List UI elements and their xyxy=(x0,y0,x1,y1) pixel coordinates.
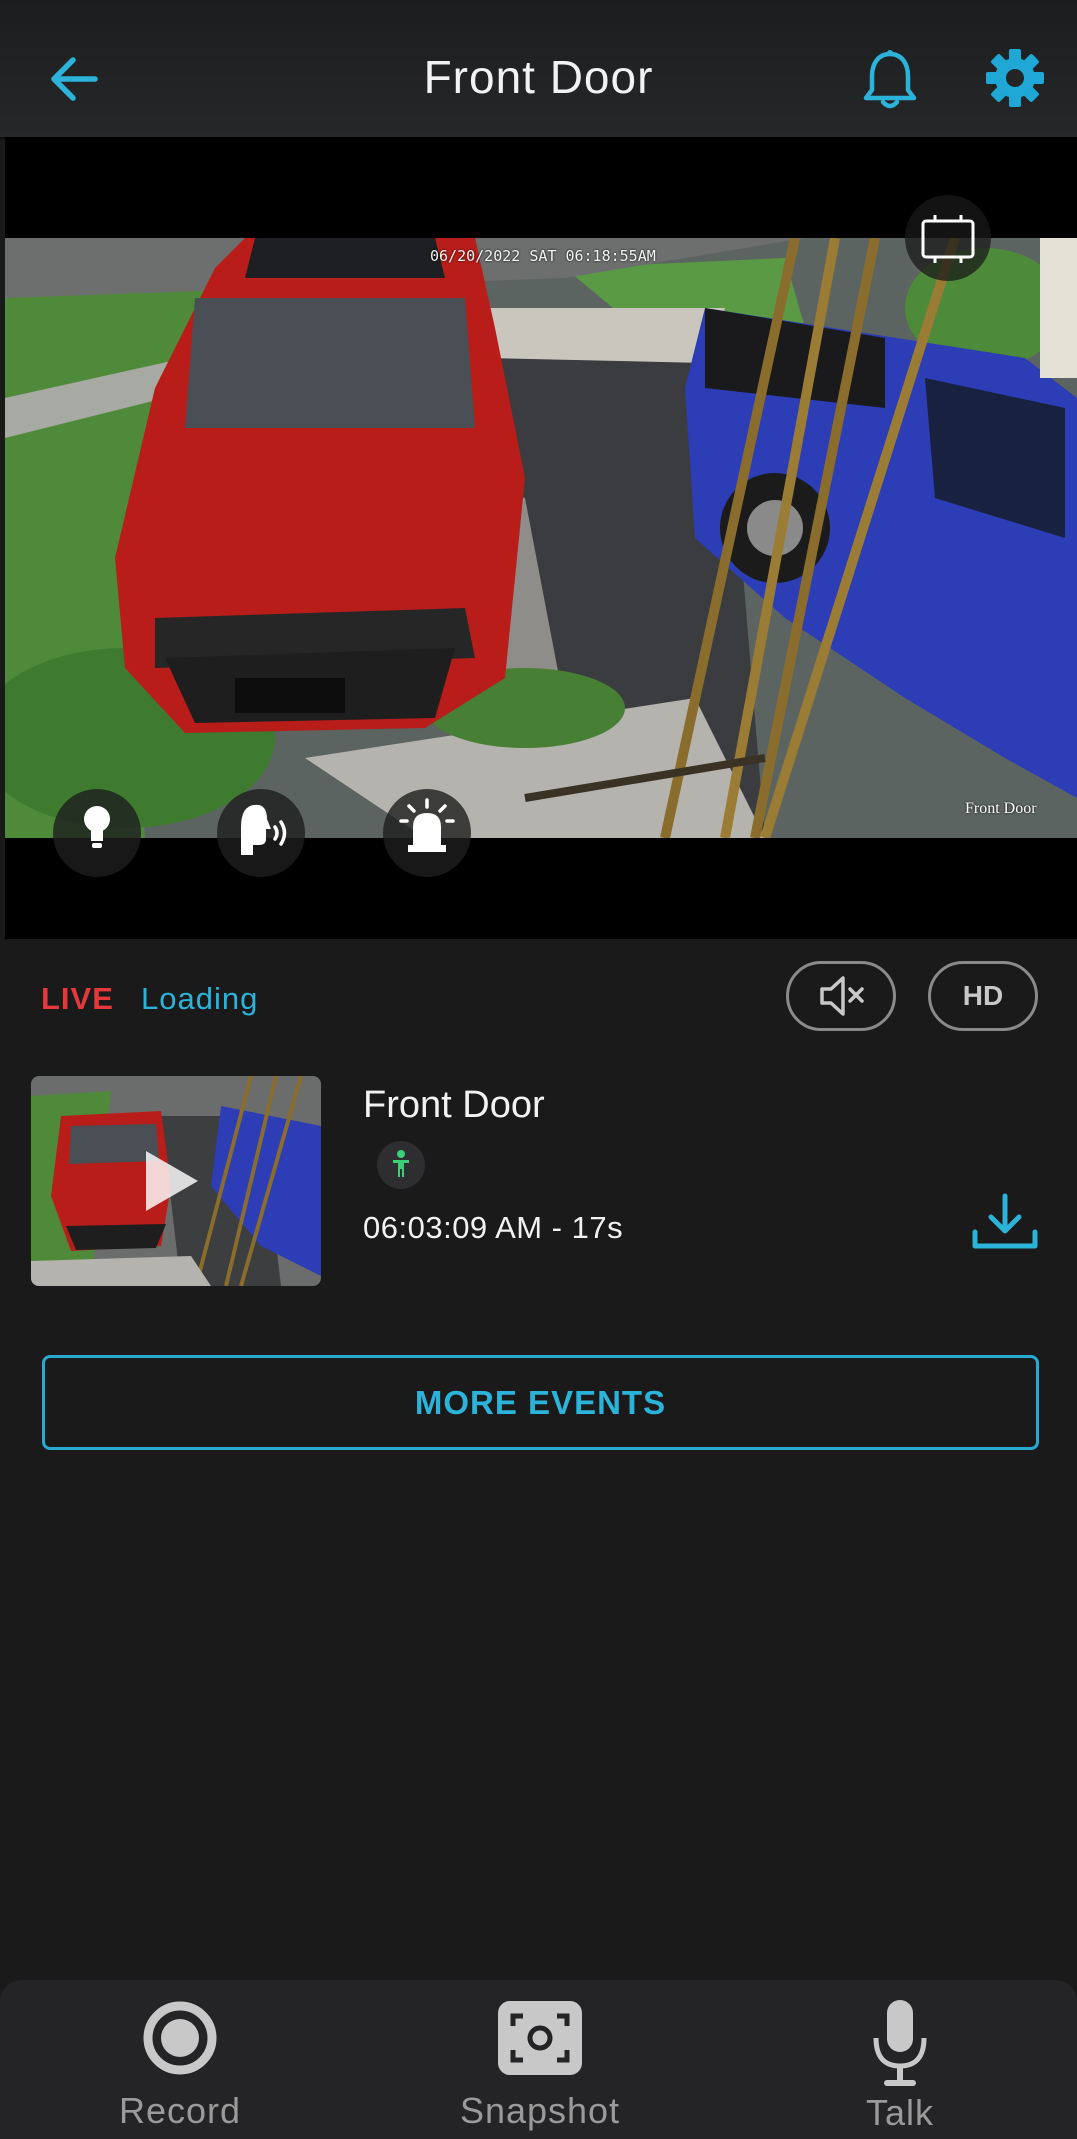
speaker-muted-icon xyxy=(820,976,864,1016)
light-button[interactable] xyxy=(53,789,141,877)
record-button[interactable]: Record xyxy=(50,1980,310,2139)
osd-camera-name: Front Door xyxy=(965,800,1037,817)
siren-button[interactable] xyxy=(383,789,471,877)
live-indicator: LIVE xyxy=(41,981,114,1016)
event-thumbnail[interactable] xyxy=(31,1076,321,1286)
camera-icon xyxy=(498,2001,582,2075)
live-video-view[interactable]: 06/20/2022 SAT 06:18:55AM Front Door xyxy=(5,137,1077,939)
event-thumbnail-image xyxy=(31,1076,321,1286)
download-icon[interactable] xyxy=(970,1192,1040,1252)
person-detection-badge xyxy=(377,1141,425,1189)
voice-button[interactable] xyxy=(217,789,305,877)
person-icon xyxy=(393,1150,409,1177)
record-icon xyxy=(143,2001,217,2075)
event-time: 06:03:09 AM - 17s xyxy=(363,1210,624,1245)
speaking-head-icon xyxy=(241,804,287,855)
loading-status: Loading xyxy=(141,981,259,1016)
mute-button[interactable] xyxy=(786,961,896,1031)
aspect-ratio-icon xyxy=(921,215,975,263)
record-label: Record xyxy=(118,2090,242,2131)
snapshot-button[interactable]: Snapshot xyxy=(410,1980,670,2139)
lightbulb-icon xyxy=(84,806,110,848)
bottom-action-bar: Record Snapshot Talk xyxy=(0,1980,1077,2139)
more-events-button[interactable]: MORE EVENTS xyxy=(42,1355,1039,1450)
camera-feed-image xyxy=(5,238,1077,838)
microphone-icon xyxy=(873,2000,927,2086)
hd-toggle-button[interactable]: HD xyxy=(928,961,1038,1031)
bell-icon[interactable] xyxy=(860,48,920,112)
talk-label: Talk xyxy=(865,2092,935,2133)
gear-icon[interactable] xyxy=(985,48,1045,108)
top-bar: Front Door xyxy=(0,0,1077,139)
siren-icon xyxy=(399,798,455,852)
snapshot-label: Snapshot xyxy=(459,2090,621,2131)
fullscreen-button[interactable] xyxy=(905,195,991,281)
event-title: Front Door xyxy=(363,1084,545,1126)
talk-button[interactable]: Talk xyxy=(770,1980,1030,2139)
osd-timestamp: 06/20/2022 SAT 06:18:55AM xyxy=(430,247,656,265)
